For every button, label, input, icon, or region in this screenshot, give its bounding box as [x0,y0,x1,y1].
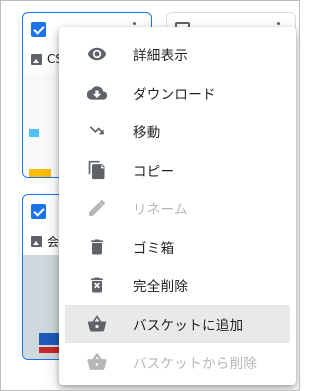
menu-item-add-to-basket[interactable]: バスケットに追加 [65,304,290,343]
basket-add-icon [87,314,107,334]
menu-item-label: コピー [133,163,175,180]
menu-item-label: ゴミ箱 [133,240,175,257]
menu-item-trash[interactable]: ゴミ箱 [59,228,296,267]
menu-item-delete-permanently[interactable]: 完全削除 [59,266,296,305]
menu-item-copy[interactable]: コピー [59,151,296,190]
copy-icon [87,160,107,180]
menu-item-label: バスケットから削除 [133,356,258,373]
cloud-download-icon [87,83,107,103]
card-checkbox[interactable] [31,204,46,219]
menu-item-label: リネーム [133,202,188,219]
image-icon [31,235,42,247]
move-arrow-icon [87,121,107,141]
menu-item-rename[interactable]: リネーム [59,189,296,228]
app-frame: CS 会 詳細表示 ダウンロード 移動 コピー リネーム ゴミ箱 完全削除 バス… [0,0,300,391]
eye-icon [87,44,107,64]
basket-remove-icon [87,352,107,372]
card-title: 会 [31,233,59,249]
trash-icon [87,237,107,257]
card-checkbox[interactable] [31,22,46,37]
context-menu: 詳細表示 ダウンロード 移動 コピー リネーム ゴミ箱 完全削除 バスケットに追… [59,27,296,385]
menu-item-label: 詳細表示 [133,48,189,65]
card-title-text: 会 [47,234,60,249]
pencil-icon [87,198,107,218]
menu-item-details[interactable]: 詳細表示 [59,35,296,74]
menu-item-label: 完全削除 [133,279,189,296]
menu-item-download[interactable]: ダウンロード [59,74,296,113]
menu-item-label: 移動 [133,125,161,142]
delete-forever-icon [87,275,107,295]
menu-item-label: ダウンロード [133,86,216,103]
menu-item-label: バスケットに追加 [133,317,244,334]
menu-item-remove-from-basket[interactable]: バスケットから削除 [59,343,296,382]
menu-item-move[interactable]: 移動 [59,112,296,151]
image-icon [31,53,42,65]
